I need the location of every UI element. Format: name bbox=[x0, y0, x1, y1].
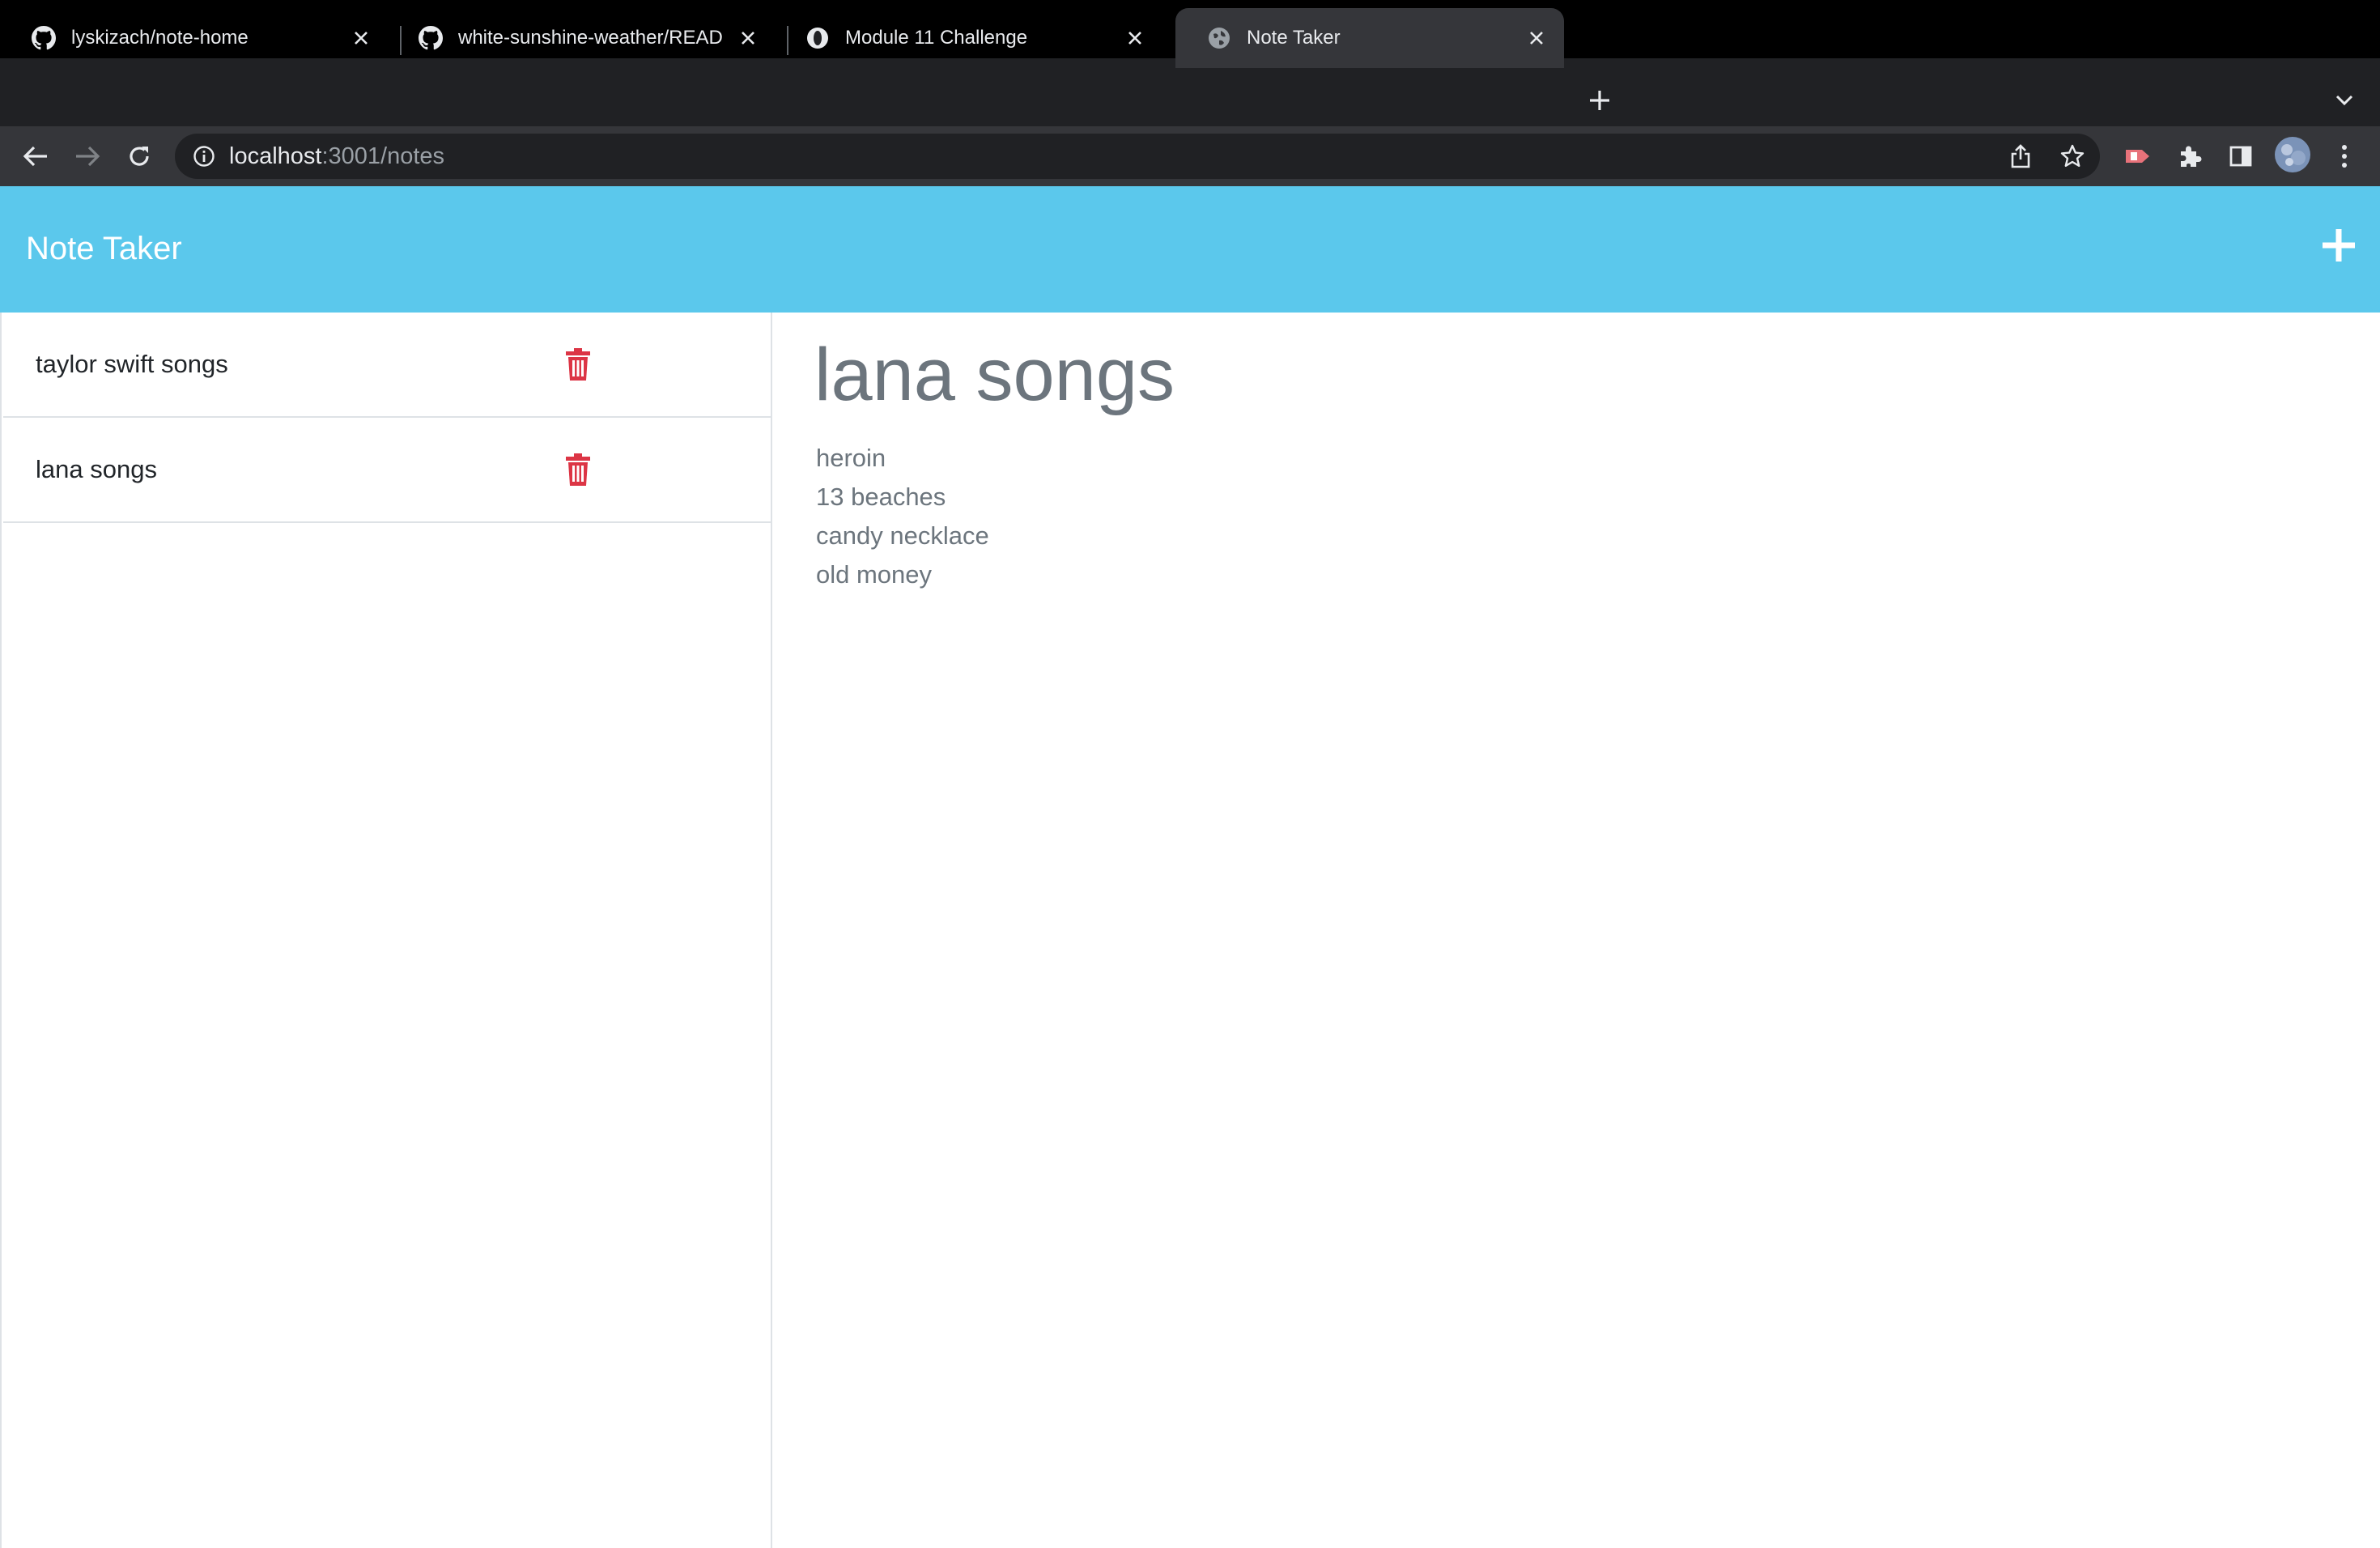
close-icon[interactable] bbox=[1122, 25, 1148, 51]
extension-recorder-icon[interactable] bbox=[2118, 137, 2157, 176]
tab-title: lyskizach/note-home bbox=[71, 27, 249, 49]
url-path: :3001/notes bbox=[321, 143, 445, 169]
circle-logo-icon bbox=[805, 25, 831, 51]
avatar[interactable] bbox=[2273, 135, 2312, 174]
puzzle-piece-icon[interactable] bbox=[2170, 137, 2208, 176]
close-icon[interactable] bbox=[348, 25, 374, 51]
tab-title: Module 11 Challenge bbox=[845, 27, 1028, 49]
close-icon[interactable] bbox=[735, 25, 761, 51]
tab-strip bbox=[0, 58, 2380, 126]
close-icon[interactable] bbox=[1524, 25, 1549, 51]
address-bar[interactable] bbox=[175, 134, 2100, 179]
note-list: taylor swift songs lana songs bbox=[0, 313, 772, 1548]
note-title-input[interactable]: lana songs bbox=[814, 330, 1175, 419]
tab-weather-readme[interactable]: white-sunshine-weather/READ bbox=[387, 8, 776, 68]
trash-icon[interactable] bbox=[562, 345, 594, 384]
tab-note-taker[interactable]: Note Taker bbox=[1175, 8, 1564, 68]
reload-icon[interactable] bbox=[120, 137, 159, 176]
chevron-down-icon[interactable] bbox=[2327, 83, 2362, 118]
url-host: localhost bbox=[229, 143, 322, 169]
note-title[interactable]: lana songs bbox=[36, 418, 157, 521]
kebab-menu-icon[interactable] bbox=[2325, 137, 2364, 176]
forward-arrow-icon[interactable] bbox=[68, 137, 107, 176]
app-title[interactable]: Note Taker bbox=[26, 228, 182, 269]
github-icon bbox=[31, 25, 57, 51]
app-navbar bbox=[0, 186, 2380, 313]
tab-note-home[interactable]: lyskizach/note-home bbox=[0, 8, 389, 68]
github-icon bbox=[418, 25, 444, 51]
tab-module-11[interactable]: Module 11 Challenge bbox=[774, 8, 1162, 68]
back-arrow-icon[interactable] bbox=[16, 137, 55, 176]
info-icon[interactable] bbox=[185, 137, 223, 176]
globe-icon bbox=[1206, 25, 1232, 51]
share-icon[interactable] bbox=[2001, 137, 2040, 176]
list-item[interactable]: taylor swift songs bbox=[3, 313, 772, 418]
trash-icon[interactable] bbox=[562, 450, 594, 489]
side-panel-icon[interactable] bbox=[2221, 137, 2260, 176]
bookmark-star-icon[interactable] bbox=[2053, 137, 2092, 176]
plus-icon[interactable] bbox=[2320, 227, 2357, 264]
tab-title: white-sunshine-weather/READ bbox=[458, 27, 723, 49]
note-text-area[interactable]: heroin 13 beaches candy necklace old mon… bbox=[816, 439, 989, 594]
list-item[interactable]: lana songs bbox=[3, 418, 772, 523]
tab-title: Note Taker bbox=[1247, 27, 1341, 49]
note-title[interactable]: taylor swift songs bbox=[36, 313, 228, 416]
new-tab-button[interactable] bbox=[1582, 83, 1617, 118]
url-text[interactable]: localhost:3001/notes bbox=[229, 139, 444, 173]
